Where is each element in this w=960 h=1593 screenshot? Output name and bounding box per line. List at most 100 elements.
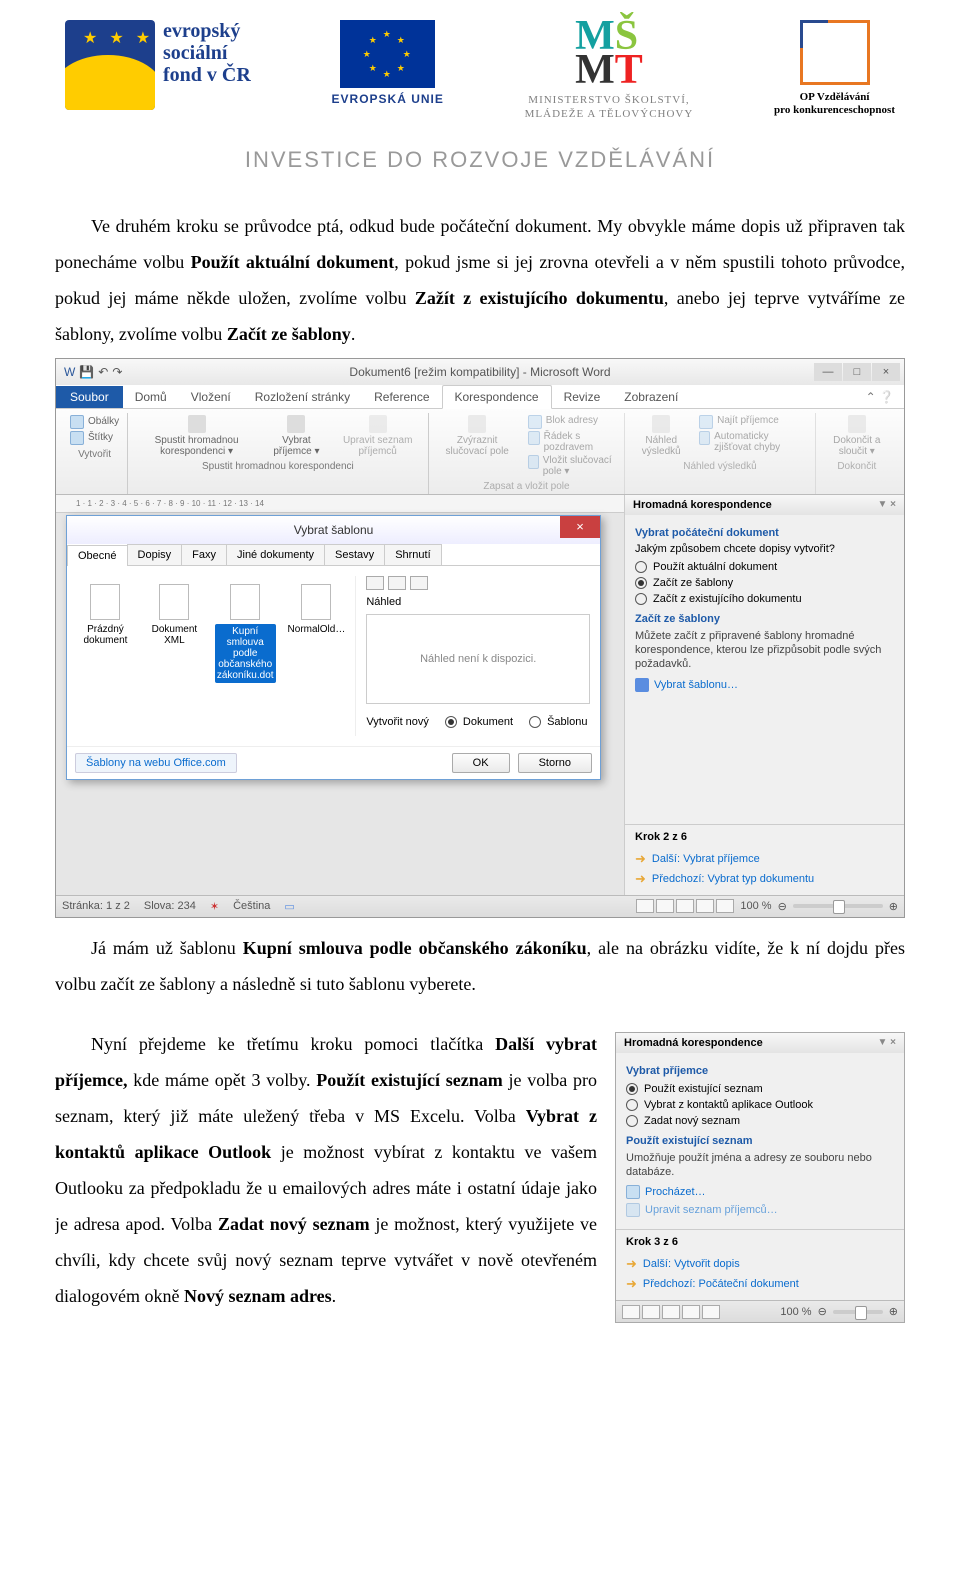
dtab-sestavy[interactable]: Sestavy xyxy=(324,544,385,565)
tab-domu[interactable]: Domů xyxy=(123,386,179,408)
save-icon[interactable]: 💾 xyxy=(79,365,94,379)
view-outline-icon[interactable] xyxy=(696,899,714,913)
ribbon-help[interactable]: ⌃ ❔ xyxy=(856,386,904,408)
titlebar: W 💾 ↶ ↷ Dokument6 [režim kompatibility] … xyxy=(56,359,904,385)
view-list-icon[interactable] xyxy=(388,576,406,590)
pane-step: Krok 2 z 6 xyxy=(635,831,894,843)
view-print-icon[interactable] xyxy=(636,899,654,913)
view-draft-icon[interactable] xyxy=(716,899,734,913)
find-icon xyxy=(699,415,713,429)
tab-zobrazeni[interactable]: Zobrazení xyxy=(612,386,690,408)
view-web-icon[interactable] xyxy=(676,899,694,913)
radio-outlook-contacts[interactable]: Vybrat z kontaktů aplikace Outlook xyxy=(626,1097,894,1113)
office-templates-link[interactable]: Šablony na webu Office.com xyxy=(75,753,237,773)
op-logo: OP Vzdělávánípro konkurenceschopnost xyxy=(774,20,895,117)
view-read-icon[interactable] xyxy=(656,899,674,913)
zoom-slider[interactable] xyxy=(793,904,883,908)
pane-close-icon[interactable]: ▼ × xyxy=(877,1037,896,1049)
pane3-next[interactable]: ➜Další: Vytvořit dopis xyxy=(626,1254,894,1274)
radio-from-existing[interactable]: Začít z existujícího dokumentu xyxy=(635,591,894,607)
pane3-prev[interactable]: ➜Předchozí: Počáteční dokument xyxy=(626,1274,894,1294)
zoom-slider[interactable] xyxy=(833,1310,883,1314)
rib-zvyraznit: Zvýraznit slučovací pole xyxy=(437,415,518,457)
dialog-title: Vybrat šablonu× xyxy=(67,516,600,544)
radio-sablonu[interactable]: Šablonu xyxy=(529,714,587,730)
select-template-link[interactable]: Vybrat šablonu… xyxy=(635,676,894,694)
rib-stitky[interactable]: Štítky xyxy=(88,432,113,443)
tab-korespondence[interactable]: Korespondence xyxy=(442,385,552,409)
zoom-in-icon[interactable]: ⊕ xyxy=(889,900,898,913)
template-item[interactable]: Prázdný dokument xyxy=(77,584,134,646)
eu-logo: ★★ ★★ ★★ ★★ EVROPSKÁ UNIE xyxy=(332,20,444,106)
view-read-icon[interactable] xyxy=(642,1305,660,1319)
preview-pane: Náhled Náhled není k dispozici. Vytvořit… xyxy=(355,576,590,736)
group-vytvorit: Vytvořit xyxy=(70,449,119,460)
rib-upravit[interactable]: Upravit seznam příjemců xyxy=(336,415,420,457)
preview-label: Náhled xyxy=(366,596,590,608)
redo-icon[interactable]: ↷ xyxy=(112,365,122,379)
dialog-close-button[interactable]: × xyxy=(560,516,600,538)
group-nahled: Náhled výsledků xyxy=(633,461,806,472)
highlight-icon xyxy=(468,415,486,433)
header-logos: evropský sociální fond v ČR ★★ ★★ ★★ ★★ … xyxy=(55,0,905,132)
zoom-in-icon[interactable]: ⊕ xyxy=(889,1305,898,1318)
status-lang[interactable]: Čeština xyxy=(233,900,270,912)
zoom-value[interactable]: 100 % xyxy=(740,900,771,912)
view-details-icon[interactable] xyxy=(410,576,428,590)
tab-revize[interactable]: Revize xyxy=(552,386,613,408)
pane-next[interactable]: ➜Další: Vybrat příjemce xyxy=(635,849,894,869)
browse-link[interactable]: Procházet… xyxy=(626,1183,894,1201)
dtab-faxy[interactable]: Faxy xyxy=(181,544,227,565)
template-item-selected[interactable]: Kupní smlouva podle občanského zákoníku.… xyxy=(215,584,276,683)
undo-icon[interactable]: ↶ xyxy=(98,365,108,379)
radio-use-current[interactable]: Použít aktuální dokument xyxy=(635,559,894,575)
tab-rozlozeni[interactable]: Rozložení stránky xyxy=(243,386,362,408)
dtab-jine[interactable]: Jiné dokumenty xyxy=(226,544,325,565)
dtab-obecne[interactable]: Obecné xyxy=(67,545,128,566)
template-item[interactable]: Dokument XML xyxy=(146,584,203,646)
pane-close-icon[interactable]: ▼ × xyxy=(877,499,896,511)
tab-reference[interactable]: Reference xyxy=(362,386,441,408)
close-button[interactable]: × xyxy=(872,363,900,381)
status-page[interactable]: Stránka: 1 z 2 xyxy=(62,900,130,912)
rib-obalky[interactable]: Obálky xyxy=(88,416,119,427)
op-line1: OP Vzdělávání xyxy=(800,91,870,103)
status-words[interactable]: Slova: 234 xyxy=(144,900,196,912)
rib-najit: Najít příjemce xyxy=(717,415,779,429)
template-item[interactable]: NormalOld… xyxy=(288,584,346,635)
mailmerge-icon xyxy=(188,415,206,433)
view-large-icon[interactable] xyxy=(366,576,384,590)
radio-dokument[interactable]: Dokument xyxy=(445,714,513,730)
view-draft-icon[interactable] xyxy=(702,1305,720,1319)
autocheck-icon xyxy=(699,431,710,445)
insert-icon[interactable]: ▭ xyxy=(284,900,294,913)
view-print-icon[interactable] xyxy=(622,1305,640,1319)
tab-soubor[interactable]: Soubor xyxy=(56,386,123,408)
proofing-icon[interactable]: ✶ xyxy=(210,900,219,913)
radio-from-template[interactable]: Začít ze šablony xyxy=(635,575,894,591)
zoom-out-icon[interactable]: ⊖ xyxy=(818,1305,827,1318)
paragraph-2: Já mám už šablonu Kupní smlouva podle ob… xyxy=(55,930,905,1002)
view-web-icon[interactable] xyxy=(662,1305,680,1319)
dtab-dopisy[interactable]: Dopisy xyxy=(127,544,183,565)
tab-vlozeni[interactable]: Vložení xyxy=(179,386,243,408)
rib-vlozit: Vložit slučovací pole ▾ xyxy=(543,455,617,477)
minimize-button[interactable]: — xyxy=(814,363,842,381)
edit-recipients-link[interactable]: Upravit seznam příjemců… xyxy=(626,1201,894,1219)
dtab-shrnuti[interactable]: Shrnutí xyxy=(384,544,441,565)
zoom-out-icon[interactable]: ⊖ xyxy=(778,900,787,913)
ok-button[interactable]: OK xyxy=(452,753,510,773)
radio-existing-list[interactable]: Použít existující seznam xyxy=(626,1081,894,1097)
zoom-value[interactable]: 100 % xyxy=(780,1306,811,1318)
folder-icon xyxy=(626,1185,640,1199)
rib-vybrat[interactable]: Vybrat příjemce ▾ xyxy=(267,415,326,457)
view-outline-icon[interactable] xyxy=(682,1305,700,1319)
maximize-button[interactable]: □ xyxy=(843,363,871,381)
greeting-icon xyxy=(528,431,540,445)
rib-blok: Blok adresy xyxy=(546,415,598,429)
rib-auto: Automaticky zjišťovat chyby xyxy=(714,431,806,453)
rib-spustit[interactable]: Spustit hromadnou korespondenci ▾ xyxy=(136,415,257,457)
radio-new-list[interactable]: Zadat nový seznam xyxy=(626,1113,894,1129)
cancel-button[interactable]: Storno xyxy=(518,753,592,773)
pane-prev[interactable]: ➜Předchozí: Vybrat typ dokumentu xyxy=(635,869,894,889)
